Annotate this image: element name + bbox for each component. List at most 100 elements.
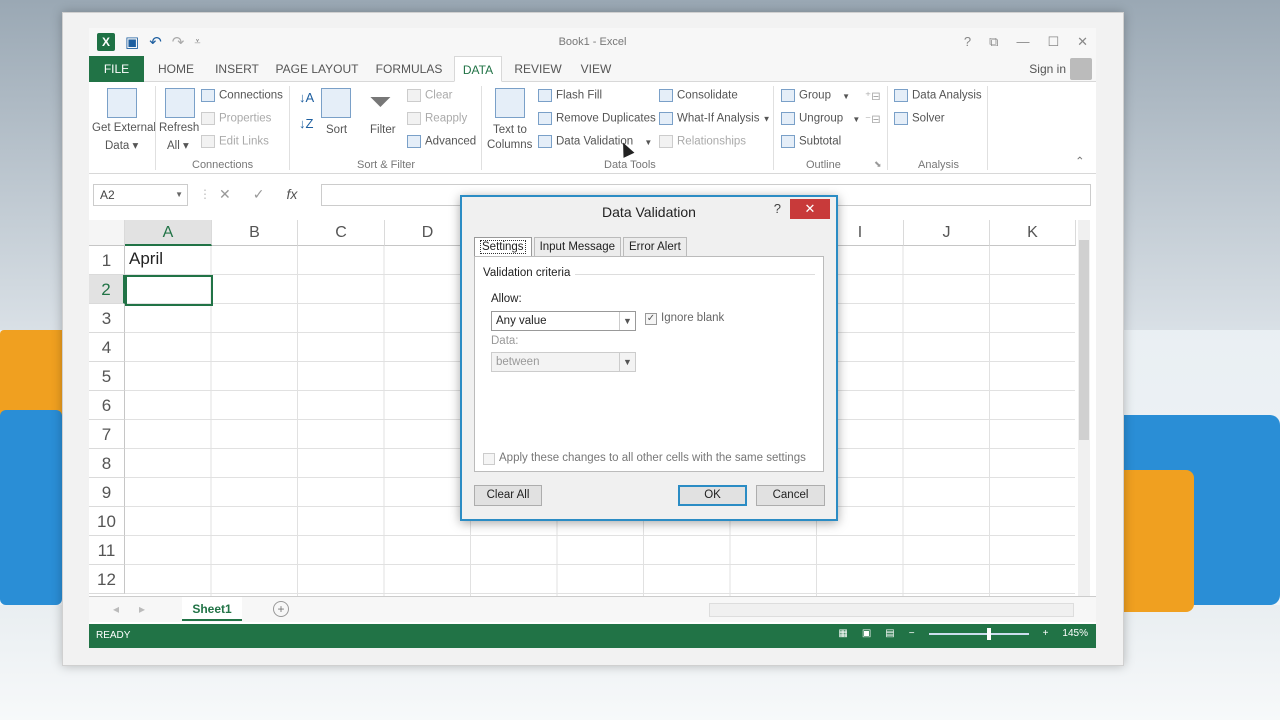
row-header[interactable]: 3 [89, 304, 125, 333]
data-dropdown[interactable]: between ▼ [491, 352, 636, 372]
chevron-down-icon[interactable]: ▼ [619, 353, 635, 371]
name-box[interactable]: A2 ▼ [93, 184, 188, 206]
close-icon[interactable]: ✕ [1077, 34, 1088, 50]
active-cell-a2[interactable] [125, 275, 213, 306]
ungroup-button[interactable]: Ungroup ▼ [781, 112, 860, 125]
chevron-down-icon[interactable]: ▼ [852, 115, 860, 124]
advanced-button[interactable]: Advanced [407, 135, 476, 148]
consolidate-button[interactable]: Consolidate [659, 89, 738, 102]
enter-icon[interactable]: ✓ [253, 186, 265, 203]
add-sheet-icon[interactable]: + [273, 601, 289, 617]
tab-view[interactable]: VIEW [577, 56, 615, 82]
outline-settings-icon[interactable]: ⬊ [874, 159, 882, 170]
data-validation-button[interactable]: Data Validation ▼ [538, 135, 652, 148]
tab-error-alert[interactable]: Error Alert [623, 237, 687, 256]
select-all-corner[interactable] [89, 220, 125, 246]
apply-all-label[interactable]: Apply these changes to all other cells w… [499, 452, 806, 464]
row-header[interactable]: 11 [89, 536, 125, 565]
get-external-data-label-2[interactable]: Data ▾ [105, 138, 138, 152]
ignore-blank-checkbox[interactable]: ✓ [645, 313, 657, 325]
data-analysis-button[interactable]: Data Analysis [894, 89, 982, 102]
row-header[interactable]: 12 [89, 565, 125, 594]
cell-a1[interactable]: April [129, 249, 163, 269]
row-header[interactable]: 9 [89, 478, 125, 507]
tab-input-message[interactable]: Input Message [533, 237, 621, 256]
text-to-columns-label-2[interactable]: Columns [487, 139, 532, 151]
chevron-down-icon[interactable]: ▼ [175, 185, 183, 205]
zoom-slider[interactable] [928, 627, 1029, 640]
column-header[interactable]: A [125, 220, 212, 246]
row-header[interactable]: 2 [89, 275, 125, 304]
clear-button[interactable]: Clear [407, 89, 452, 102]
zoom-level[interactable]: 145% [1062, 628, 1088, 639]
get-external-data-label-1[interactable]: Get External [92, 122, 156, 134]
ignore-blank-label[interactable]: Ignore blank [661, 312, 724, 324]
subtotal-button[interactable]: Subtotal [781, 135, 841, 148]
zoom-slider-thumb[interactable] [986, 627, 991, 640]
row-header[interactable]: 7 [89, 420, 125, 449]
ok-button[interactable]: OK [678, 485, 747, 506]
properties-button[interactable]: Properties [201, 112, 271, 125]
hide-detail-icon[interactable]: ⁻⊟ [865, 112, 881, 126]
chevron-down-icon[interactable]: ▼ [763, 115, 771, 124]
connections-button[interactable]: Connections [201, 89, 283, 102]
reapply-button[interactable]: Reapply [407, 112, 467, 125]
normal-view-icon[interactable]: ▦ [838, 628, 847, 639]
column-header[interactable]: C [298, 220, 385, 246]
help-icon[interactable]: ? [964, 34, 971, 50]
zoom-out-icon[interactable]: − [909, 628, 915, 639]
sheet-tab-sheet1[interactable]: Sheet1 [182, 597, 242, 621]
collapse-ribbon-icon[interactable]: ⌃ [1075, 154, 1085, 168]
sort-z-a-icon[interactable]: ↓Z [299, 116, 313, 131]
row-header[interactable]: 10 [89, 507, 125, 536]
filter-button[interactable]: Filter [370, 124, 396, 136]
help-icon[interactable]: ? [774, 201, 781, 216]
group-button[interactable]: Group ▼ [781, 89, 850, 102]
show-detail-icon[interactable]: ⁺⊟ [865, 89, 881, 103]
row-header[interactable]: 8 [89, 449, 125, 478]
text-to-columns-label-1[interactable]: Text to [493, 124, 527, 136]
prev-sheet-icon[interactable]: ◂ [113, 602, 119, 616]
insert-function-icon[interactable]: fx [286, 186, 297, 203]
column-header[interactable]: D [385, 220, 471, 246]
tab-settings[interactable]: Settings [474, 237, 532, 256]
row-header[interactable]: 6 [89, 391, 125, 420]
tab-formulas[interactable]: FORMULAS [373, 56, 445, 82]
tab-page-layout[interactable]: PAGE LAYOUT [275, 56, 359, 82]
remove-duplicates-button[interactable]: Remove Duplicates [538, 112, 656, 125]
avatar[interactable] [1070, 58, 1092, 80]
clear-all-button[interactable]: Clear All [474, 485, 542, 506]
chevron-down-icon[interactable]: ▼ [619, 312, 635, 330]
solver-button[interactable]: Solver [894, 112, 945, 125]
vertical-scroll-thumb[interactable] [1079, 240, 1089, 440]
allow-dropdown[interactable]: Any value ▼ [491, 311, 636, 331]
column-header[interactable]: J [904, 220, 990, 246]
page-layout-view-icon[interactable]: ▣ [862, 628, 871, 639]
row-header[interactable]: 1 [89, 246, 125, 275]
vertical-scrollbar[interactable] [1078, 220, 1090, 596]
next-sheet-icon[interactable]: ▸ [139, 602, 145, 616]
cancel-entry-icon[interactable]: ✕ [219, 186, 231, 203]
sort-a-z-icon[interactable]: ↓A [299, 90, 314, 105]
tab-insert[interactable]: INSERT [211, 56, 263, 82]
sign-in-link[interactable]: Sign in [1029, 62, 1066, 76]
maximize-icon[interactable]: ☐ [1047, 34, 1059, 50]
refresh-all-label-2[interactable]: All ▾ [167, 138, 189, 152]
refresh-all-label-1[interactable]: Refresh [159, 122, 199, 134]
zoom-in-icon[interactable]: + [1043, 628, 1049, 639]
apply-all-checkbox[interactable] [483, 453, 495, 465]
relationships-button[interactable]: Relationships [659, 135, 746, 148]
column-header[interactable]: K [990, 220, 1076, 246]
horizontal-scrollbar[interactable] [709, 603, 1074, 617]
tab-file[interactable]: FILE [89, 56, 144, 82]
flash-fill-button[interactable]: Flash Fill [538, 89, 602, 102]
cancel-button[interactable]: Cancel [756, 485, 825, 506]
ribbon-display-icon[interactable]: ⧉ [989, 34, 998, 50]
chevron-down-icon[interactable]: ▼ [644, 138, 652, 147]
sort-button[interactable]: Sort [326, 124, 347, 136]
row-header[interactable]: 4 [89, 333, 125, 362]
minimize-icon[interactable]: — [1016, 34, 1029, 50]
tab-home[interactable]: HOME [151, 56, 201, 82]
chevron-down-icon[interactable]: ▼ [842, 92, 850, 101]
tab-data[interactable]: DATA [454, 56, 502, 82]
